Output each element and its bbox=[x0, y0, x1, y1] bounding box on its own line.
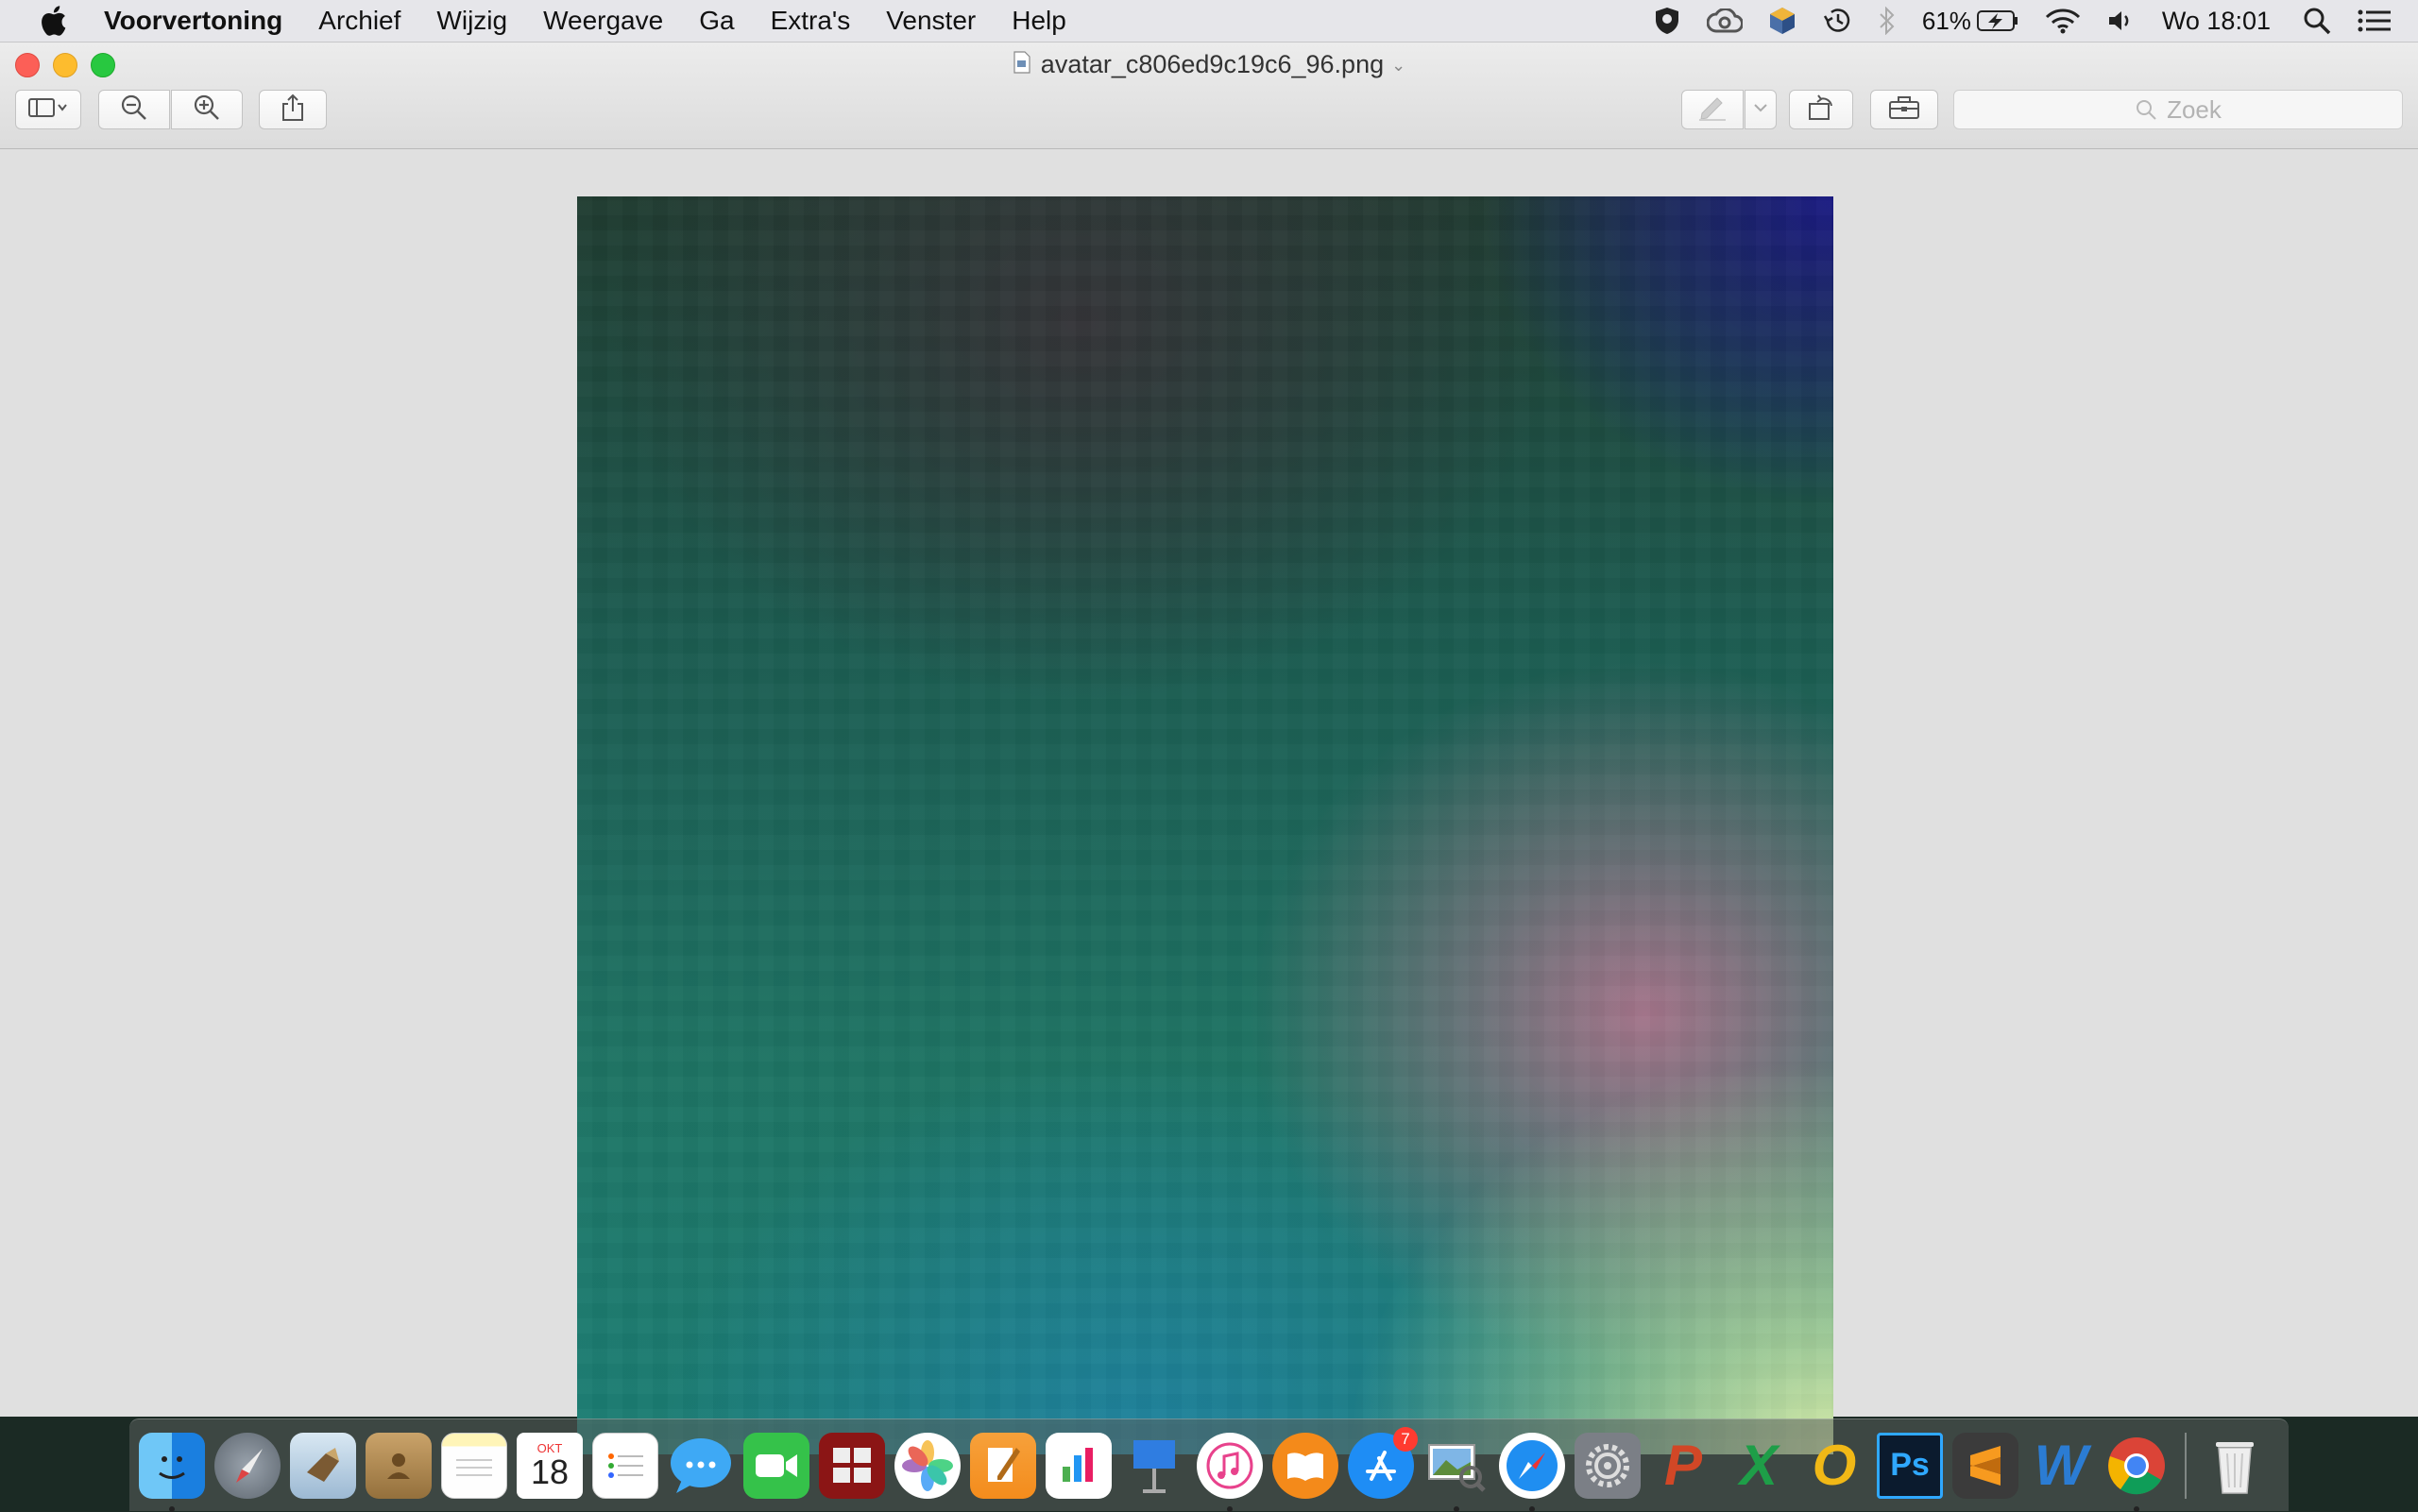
shield-icon[interactable] bbox=[1654, 7, 1680, 35]
keynote-icon[interactable] bbox=[1121, 1433, 1187, 1499]
share-button[interactable] bbox=[259, 90, 327, 129]
volume-icon[interactable] bbox=[2107, 8, 2136, 33]
share-icon bbox=[281, 93, 305, 127]
title-bar: avatar_c806ed9c19c6_96.png ⌄ Zoek bbox=[0, 42, 2418, 149]
contacts-icon[interactable] bbox=[366, 1432, 432, 1499]
status-area: 61% Wo 18:01 bbox=[1654, 0, 2418, 42]
sublime-text-icon[interactable] bbox=[1952, 1432, 2018, 1499]
chevron-down-icon[interactable]: ⌄ bbox=[1391, 56, 1405, 75]
pen-icon bbox=[1696, 94, 1728, 126]
zoom-out-icon bbox=[120, 93, 148, 127]
reminders-icon[interactable] bbox=[592, 1432, 658, 1499]
itunes-icon[interactable] bbox=[1197, 1432, 1263, 1512]
photoshop-icon[interactable]: Ps bbox=[1877, 1432, 1943, 1499]
sidebar-toggle-button[interactable] bbox=[15, 90, 81, 129]
ibooks-icon[interactable] bbox=[1272, 1432, 1338, 1499]
finder-icon[interactable] bbox=[139, 1432, 205, 1512]
search-placeholder: Zoek bbox=[2167, 94, 2222, 124]
sidebar-icon bbox=[27, 96, 69, 124]
menu-weergave[interactable]: Weergave bbox=[543, 6, 663, 36]
menu-archief[interactable]: Archief bbox=[318, 6, 400, 36]
mail-icon[interactable] bbox=[290, 1432, 356, 1499]
document-canvas[interactable] bbox=[0, 149, 2418, 1454]
photos-icon[interactable] bbox=[894, 1432, 961, 1499]
outlook-icon[interactable]: O bbox=[1801, 1433, 1867, 1499]
powerpoint-icon[interactable]: P bbox=[1650, 1433, 1716, 1499]
clock[interactable]: Wo 18:01 bbox=[2162, 7, 2271, 36]
trash-icon[interactable] bbox=[2202, 1433, 2268, 1499]
app-store-badge: 7 bbox=[1393, 1426, 1418, 1452]
excel-icon[interactable]: X bbox=[1726, 1433, 1792, 1499]
menu-wijzig[interactable]: Wijzig bbox=[436, 6, 507, 36]
launchpad-icon[interactable] bbox=[214, 1432, 281, 1499]
menu-ga[interactable]: Ga bbox=[699, 6, 734, 36]
menu-venster[interactable]: Venster bbox=[886, 6, 976, 36]
safari-icon[interactable] bbox=[1499, 1432, 1565, 1512]
zoom-out-button[interactable] bbox=[98, 90, 170, 129]
apple-menu-icon[interactable] bbox=[34, 2, 72, 40]
markup-button[interactable] bbox=[1681, 90, 1744, 129]
rotate-button[interactable] bbox=[1789, 90, 1853, 129]
menu-help[interactable]: Help bbox=[1012, 6, 1066, 36]
wifi-icon[interactable] bbox=[2045, 8, 2081, 34]
displayed-image[interactable] bbox=[577, 196, 1833, 1454]
menu-extras[interactable]: Extra's bbox=[771, 6, 851, 36]
notification-center-icon[interactable] bbox=[2358, 8, 2392, 33]
photo-booth-icon[interactable] bbox=[819, 1432, 885, 1499]
window-title-text: avatar_c806ed9c19c6_96.png bbox=[1040, 50, 1385, 78]
pages-icon[interactable] bbox=[970, 1432, 1036, 1499]
preview-icon[interactable] bbox=[1423, 1433, 1490, 1512]
search-field[interactable]: Zoek bbox=[1953, 90, 2403, 129]
window-title[interactable]: avatar_c806ed9c19c6_96.png ⌄ bbox=[0, 50, 2418, 80]
zoom-in-button[interactable] bbox=[171, 90, 243, 129]
numbers-icon[interactable] bbox=[1046, 1432, 1112, 1499]
search-icon bbox=[2135, 98, 2157, 121]
dock-separator bbox=[2185, 1432, 2187, 1499]
preview-window: avatar_c806ed9c19c6_96.png ⌄ Zoek bbox=[0, 42, 2418, 1454]
markup-menu-button[interactable] bbox=[1745, 90, 1777, 129]
messages-icon[interactable] bbox=[668, 1433, 734, 1499]
battery-percent[interactable]: 61% bbox=[1922, 7, 1971, 36]
creative-cloud-icon[interactable] bbox=[1706, 8, 1743, 33]
chevron-down-icon bbox=[1753, 101, 1768, 118]
word-icon[interactable]: W bbox=[2028, 1433, 2094, 1499]
rotate-icon bbox=[1807, 93, 1835, 127]
time-machine-icon[interactable] bbox=[1822, 7, 1852, 35]
zoom-in-icon bbox=[193, 93, 221, 127]
toolbox-icon bbox=[1887, 94, 1921, 126]
calendar-day: 18 bbox=[530, 1453, 570, 1491]
document-icon bbox=[1013, 51, 1031, 80]
menu-app-name[interactable]: Voorvertoning bbox=[104, 6, 282, 36]
menu-bar: Voorvertoning Archief Wijzig Weergave Ga… bbox=[0, 0, 2418, 42]
facetime-icon[interactable] bbox=[743, 1432, 809, 1499]
app-store-icon[interactable]: 7 bbox=[1348, 1426, 1418, 1499]
calendar-icon[interactable]: OKT 18 bbox=[517, 1432, 583, 1499]
chrome-icon[interactable] bbox=[2103, 1433, 2170, 1512]
system-preferences-icon[interactable] bbox=[1575, 1432, 1641, 1499]
spotlight-search-icon[interactable] bbox=[2303, 7, 2331, 35]
dock: OKT 18 7 P X O Ps W bbox=[129, 1419, 2289, 1512]
cube-icon[interactable] bbox=[1769, 7, 1796, 35]
bluetooth-icon[interactable] bbox=[1879, 7, 1896, 35]
battery-icon[interactable] bbox=[1976, 9, 2018, 32]
notes-icon[interactable] bbox=[441, 1432, 507, 1499]
toolbox-button[interactable] bbox=[1870, 90, 1938, 129]
